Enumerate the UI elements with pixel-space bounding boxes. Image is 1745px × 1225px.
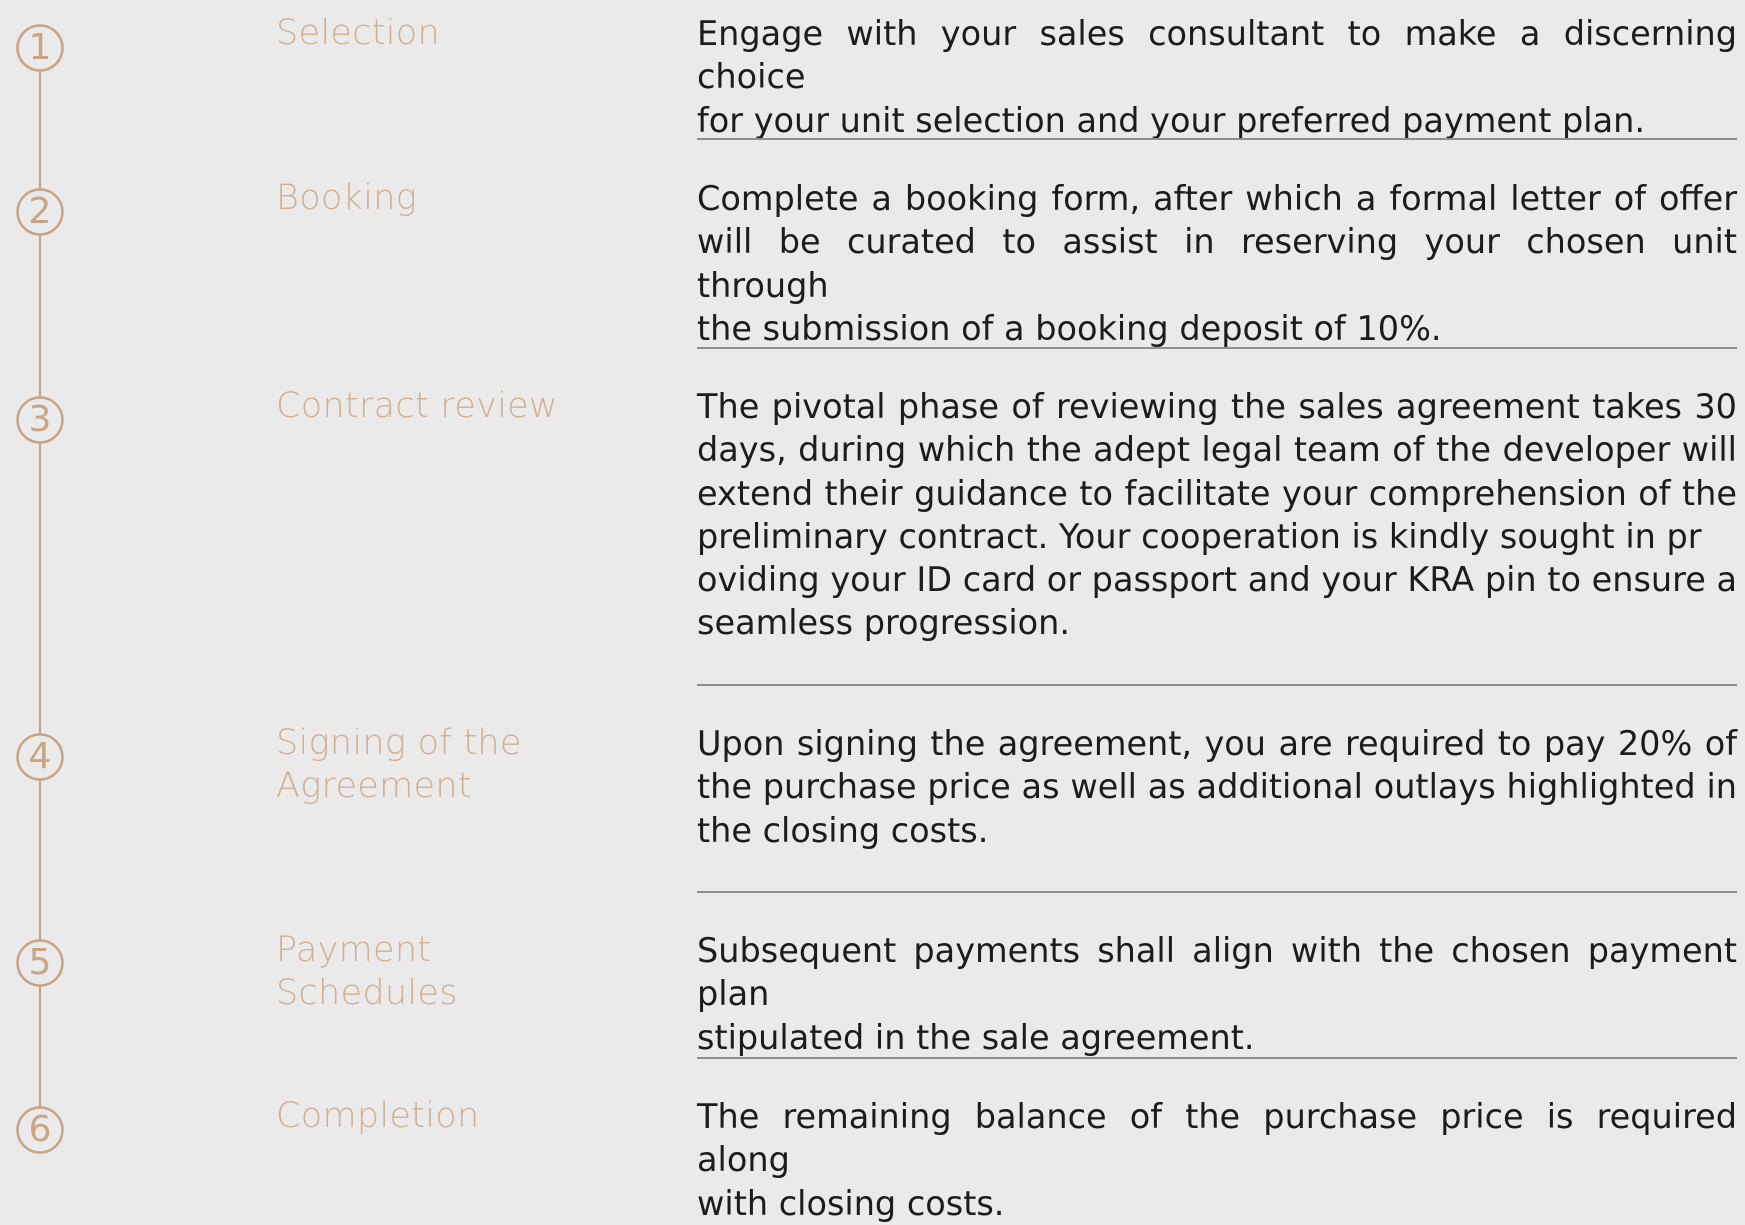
step-4-title: Signing of the Agreement (276, 722, 606, 808)
divider-4 (697, 891, 1737, 893)
step-4-line-1: Upon signing the agreement, you are requ… (697, 724, 1737, 763)
step-3-title: Contract review (276, 386, 558, 426)
step-4-title-line-2: Agreement (276, 766, 472, 806)
step-1-line-1: Engage with your sales consultant to mak… (697, 14, 1737, 97)
step-4-line-3: the closing costs. (697, 810, 989, 850)
step-1-description: Engage with your sales consultant to mak… (697, 12, 1737, 142)
step-5-line-1: Subsequent payments shall align with the… (697, 931, 1737, 1014)
step-2-title: Booking (276, 178, 418, 218)
step-2-description: Complete a booking form, after which a f… (697, 177, 1737, 350)
step-3-line-4: preliminary contract. Your cooperation i… (697, 516, 1702, 556)
step-6-number: 6 (28, 1109, 52, 1150)
step-2-line-3: the submission of a booking deposit of 1… (697, 308, 1442, 348)
divider-2 (697, 347, 1737, 349)
step-2-number: 2 (28, 191, 52, 232)
step-5-title-line-2: Schedules (276, 973, 458, 1013)
divider-5 (697, 1057, 1737, 1059)
step-6-line-1: The remaining balance of the purchase pr… (697, 1097, 1737, 1180)
step-5-line-2: stipulated in the sale agreement. (697, 1017, 1255, 1057)
step-5-title: Payment Schedules (276, 929, 606, 1015)
step-3-description: The pivotal phase of reviewing the sales… (697, 385, 1737, 645)
timeline-rail (16, 24, 64, 1154)
step-1-line-2: for your unit selection and your preferr… (697, 100, 1646, 140)
divider-3 (697, 684, 1737, 686)
step-4-title-line-1: Signing of the (276, 723, 522, 763)
timeline: 1 2 3 4 5 6 (0, 0, 90, 1180)
step-4-line-2: the purchase price as well as additional… (697, 767, 1737, 807)
step-5-number: 5 (28, 942, 52, 983)
step-2-line-2: will be curated to assist in reserving y… (697, 222, 1737, 305)
step-6-line-2: with closing costs. (697, 1183, 1005, 1223)
step-4-description: Upon signing the agreement, you are requ… (697, 722, 1737, 852)
step-3-line-1: The pivotal phase of reviewing the sales… (697, 387, 1737, 426)
step-6-description: The remaining balance of the purchase pr… (697, 1095, 1737, 1225)
step-5-description: Subsequent payments shall align with the… (697, 929, 1737, 1059)
step-3-line-3: extend their guidance to facilitate your… (697, 473, 1737, 513)
step-1-number: 1 (28, 27, 52, 68)
step-1-title: Selection (276, 13, 440, 53)
step-3-number: 3 (28, 399, 52, 440)
step-6-title: Completion (276, 1096, 480, 1136)
step-3-line-5: oviding your ID card or passport and you… (697, 560, 1737, 600)
divider-1 (697, 138, 1737, 140)
step-4-number: 4 (28, 736, 52, 777)
step-3-line-6: seamless progression. (697, 603, 1070, 643)
step-3-line-2: days, during which the adept legal team … (697, 430, 1737, 470)
step-2-line-1: Complete a booking form, after which a f… (697, 179, 1737, 218)
step-5-title-line-1: Payment (276, 930, 432, 970)
